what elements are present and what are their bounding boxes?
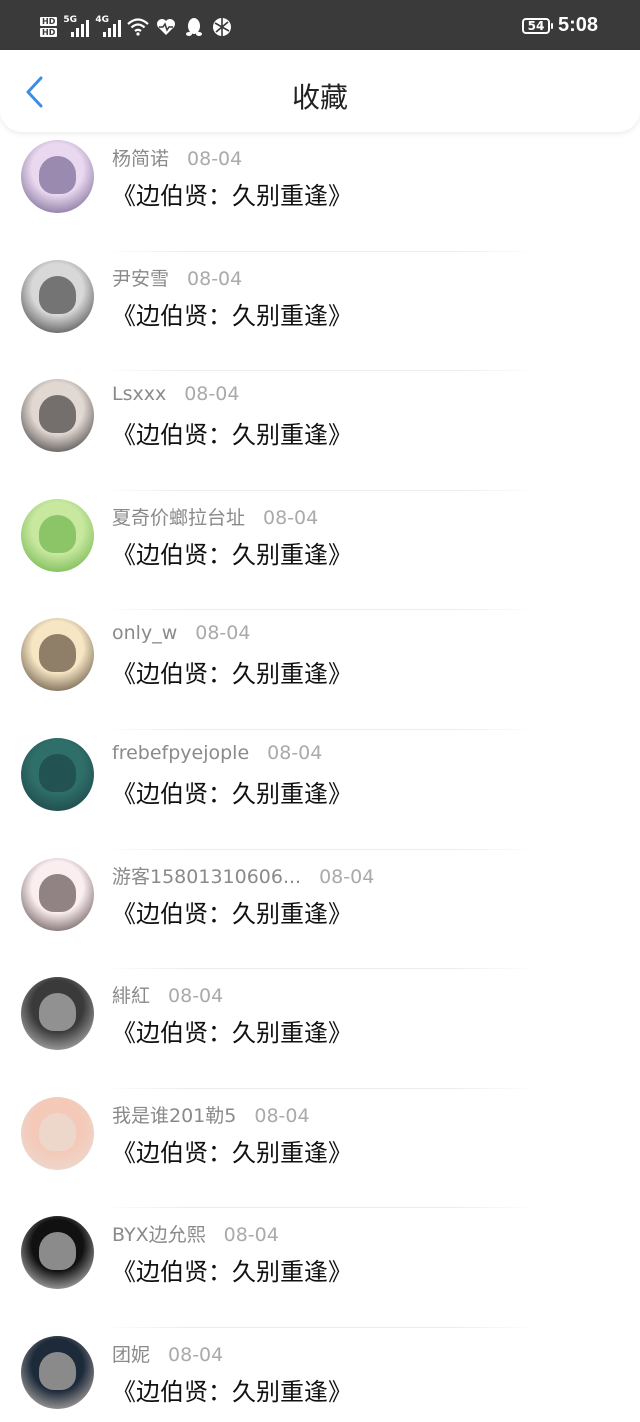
battery-level: 54 <box>527 18 545 33</box>
heartbeat-icon <box>155 16 177 38</box>
date: 08-04 <box>319 865 375 888</box>
username[interactable]: Lsxxx <box>112 383 166 405</box>
avatar-figure <box>38 754 77 792</box>
date: 08-04 <box>187 148 243 170</box>
avatar-figure <box>38 1232 77 1271</box>
list-item[interactable]: frebefpyejople 08-04 《边伯贤：久别重逢》 <box>0 730 640 850</box>
avatar[interactable] <box>21 140 94 213</box>
avatar-figure <box>38 993 77 1032</box>
username[interactable]: 夏奇价螂拉台址 <box>112 507 245 529</box>
favorites-list: 杨简诺 08-04 《边伯贤：久别重逢》 尹安雪 08-04 《边伯贤：久别重逢》 Lsxx… <box>0 132 640 1422</box>
date: 08-04 <box>223 1224 279 1247</box>
avatar[interactable] <box>21 737 94 811</box>
qq-icon <box>183 16 205 38</box>
story-title[interactable]: 《边伯贤：久别重逢》 <box>112 894 352 929</box>
avatar[interactable] <box>21 498 94 572</box>
story-title[interactable]: 《边伯贤：久别重逢》 <box>112 1133 352 1168</box>
avatar[interactable] <box>21 259 94 333</box>
clock: 5:08 <box>557 14 598 36</box>
list-item[interactable]: 团妮 08-04 《边伯贤：久别重逢》 <box>0 1328 640 1422</box>
item-meta: BYX边允熙 08-04 <box>112 1220 279 1247</box>
avatar-figure <box>38 156 77 194</box>
date: 08-04 <box>168 985 224 1008</box>
story-title[interactable]: 《边伯贤：久别重逢》 <box>112 415 352 450</box>
username[interactable]: 我是谁201勒5 <box>112 1105 236 1127</box>
page-title: 收藏 <box>291 81 348 114</box>
username[interactable]: frebefpyejople <box>112 742 249 764</box>
date: 08-04 <box>267 741 323 764</box>
date: 08-04 <box>254 1104 310 1127</box>
story-title[interactable]: 《边伯贤：久别重逢》 <box>112 1372 352 1407</box>
story-title[interactable]: 《边伯贤：久别重逢》 <box>112 176 352 211</box>
story-title[interactable]: 《边伯贤：久别重逢》 <box>112 535 352 570</box>
date: 08-04 <box>168 1343 224 1366</box>
item-meta: 尹安雪 08-04 <box>112 264 242 291</box>
avatar[interactable] <box>21 977 94 1051</box>
signal-sim2-icon: 4G <box>95 15 122 39</box>
list-item[interactable]: 緋紅 08-04 《边伯贤：久别重逢》 <box>0 969 640 1089</box>
username[interactable]: BYX边允熙 <box>112 1224 206 1246</box>
username[interactable]: 杨简诺 <box>112 148 169 170</box>
story-title[interactable]: 《边伯贤：久别重逢》 <box>112 296 352 331</box>
username[interactable]: only_w <box>112 622 177 644</box>
avatar-figure <box>38 275 77 314</box>
hd-top-label: HD <box>40 17 58 26</box>
avatar[interactable] <box>21 857 94 931</box>
status-bar-right: 54 5:08 <box>521 14 598 37</box>
list-item[interactable]: 尹安雪 08-04 《边伯贤：久别重逢》 <box>0 252 640 372</box>
list-item[interactable]: 夏奇价螂拉台址 08-04 《边伯贤：久别重逢》 <box>0 491 640 611</box>
status-bar: HD HD 5G 4G 54 5:08 <box>0 0 640 50</box>
date: 08-04 <box>263 506 319 529</box>
hd-bottom-label: HD <box>40 28 58 37</box>
story-title[interactable]: 《边伯贤：久别重逢》 <box>112 774 352 809</box>
hd-indicator: HD HD <box>40 17 58 37</box>
header: 收藏 <box>0 50 640 132</box>
avatar-figure <box>38 514 77 553</box>
story-title[interactable]: 《边伯贤：久别重逢》 <box>112 1252 352 1287</box>
avatar-figure <box>38 873 77 912</box>
status-bar-left: HD HD 5G 4G <box>40 12 233 42</box>
username[interactable]: 緋紅 <box>112 985 150 1007</box>
avatar[interactable] <box>21 1216 94 1290</box>
list-item[interactable]: 我是谁201勒5 08-04 《边伯贤：久别重逢》 <box>0 1089 640 1209</box>
item-meta: 夏奇价螂拉台址 08-04 <box>112 503 318 530</box>
wifi-icon <box>127 16 150 38</box>
date: 08-04 <box>187 267 243 290</box>
username[interactable]: 团妮 <box>112 1344 150 1366</box>
signal-sim1-icon: 5G <box>63 15 90 39</box>
list-item[interactable]: only_w 08-04 《边伯贤：久别重逢》 <box>0 610 640 730</box>
item-meta: 游客15801310606... 08-04 <box>112 862 374 889</box>
item-meta: 我是谁201勒5 08-04 <box>112 1101 310 1128</box>
item-meta: only_w 08-04 <box>112 622 250 644</box>
list-item[interactable]: Lsxxx 08-04 《边伯贤：久别重逢》 <box>0 371 640 491</box>
avatar[interactable] <box>21 618 94 692</box>
avatar-figure <box>38 395 77 434</box>
item-meta: 团妮 08-04 <box>112 1340 223 1367</box>
username[interactable]: 尹安雪 <box>112 268 169 290</box>
list-item[interactable]: BYX边允熙 08-04 《边伯贤：久别重逢》 <box>0 1208 640 1328</box>
item-meta: frebefpyejople 08-04 <box>112 742 322 764</box>
avatar-figure <box>38 1112 77 1151</box>
item-meta: 緋紅 08-04 <box>112 981 223 1008</box>
item-meta: Lsxxx 08-04 <box>112 383 239 405</box>
avatar[interactable] <box>21 1096 94 1170</box>
avatar[interactable] <box>21 379 94 453</box>
avatar[interactable] <box>21 1335 94 1409</box>
story-title[interactable]: 《边伯贤：久别重逢》 <box>112 1013 352 1048</box>
list-item[interactable]: 杨简诺 08-04 《边伯贤：久别重逢》 <box>0 132 640 252</box>
date: 08-04 <box>184 383 240 406</box>
item-meta: 杨简诺 08-04 <box>112 144 242 171</box>
username[interactable]: 游客15801310606... <box>112 866 301 888</box>
avatar-figure <box>38 1351 77 1390</box>
list-item[interactable]: 游客15801310606... 08-04 《边伯贤：久别重逢》 <box>0 850 640 970</box>
date: 08-04 <box>195 622 251 645</box>
battery-indicator: 54 <box>521 17 553 34</box>
browser-icon <box>211 16 233 38</box>
avatar-figure <box>38 634 77 673</box>
story-title[interactable]: 《边伯贤：久别重逢》 <box>112 654 352 689</box>
